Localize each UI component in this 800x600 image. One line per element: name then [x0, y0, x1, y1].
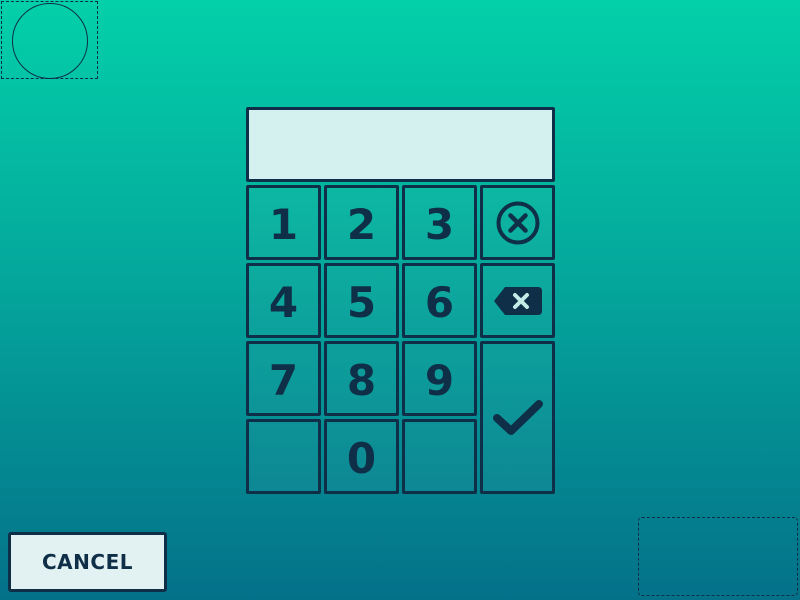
key-2-label: 2 — [346, 199, 377, 249]
key-8-label: 8 — [346, 355, 377, 405]
blank-key-left — [246, 419, 321, 494]
clear-circle-x-icon — [495, 200, 541, 246]
top-left-placeholder — [1, 1, 98, 79]
backspace-icon — [492, 285, 544, 317]
key-0-label: 0 — [346, 433, 377, 483]
cancel-button-label: CANCEL — [42, 550, 133, 574]
key-6[interactable]: 6 — [402, 263, 477, 338]
clear-button[interactable] — [480, 185, 555, 260]
key-7[interactable]: 7 — [246, 341, 321, 416]
confirm-button[interactable] — [480, 341, 555, 494]
key-7-label: 7 — [268, 355, 299, 405]
key-1[interactable]: 1 — [246, 185, 321, 260]
backspace-button[interactable] — [480, 263, 555, 338]
key-0[interactable]: 0 — [324, 419, 399, 494]
key-5[interactable]: 5 — [324, 263, 399, 338]
key-3[interactable]: 3 — [402, 185, 477, 260]
key-4[interactable]: 4 — [246, 263, 321, 338]
checkmark-icon — [492, 398, 544, 438]
key-5-label: 5 — [346, 277, 377, 327]
key-4-label: 4 — [268, 277, 299, 327]
cancel-button[interactable]: CANCEL — [8, 532, 167, 592]
key-2[interactable]: 2 — [324, 185, 399, 260]
key-8[interactable]: 8 — [324, 341, 399, 416]
avatar-placeholder-circle — [12, 3, 88, 79]
key-6-label: 6 — [424, 277, 455, 327]
key-1-label: 1 — [268, 199, 299, 249]
key-9[interactable]: 9 — [402, 341, 477, 416]
blank-key-right — [402, 419, 477, 494]
key-3-label: 3 — [424, 199, 455, 249]
key-9-label: 9 — [424, 355, 455, 405]
pin-display — [246, 107, 555, 182]
bottom-right-placeholder — [638, 517, 798, 596]
